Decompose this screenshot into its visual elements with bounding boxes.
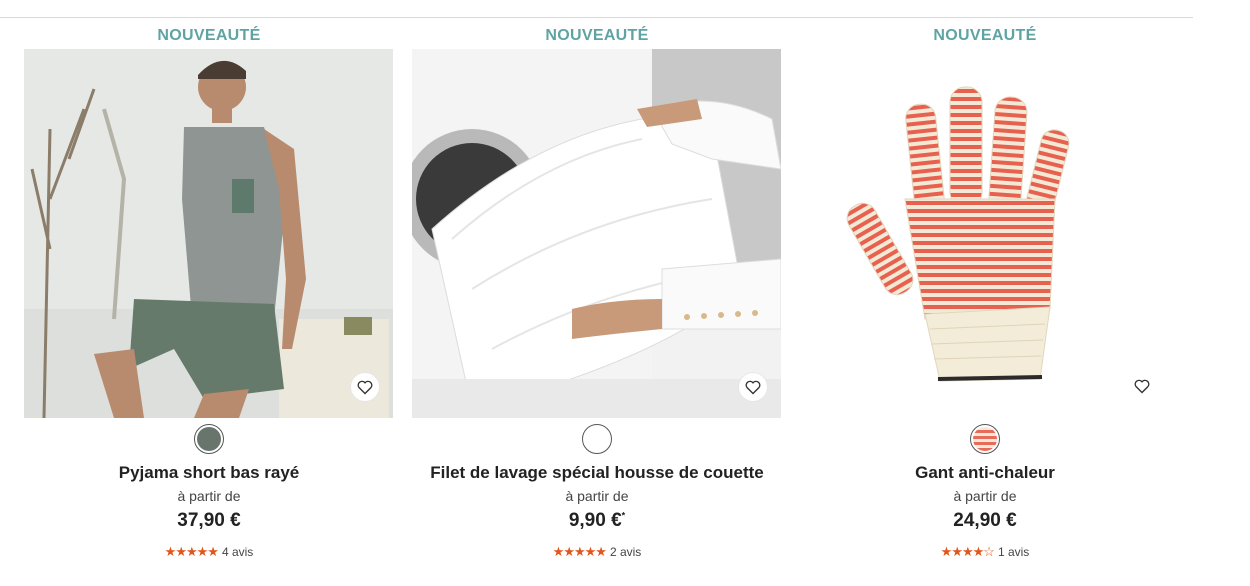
reviews-link[interactable]: 2 avis [610, 545, 641, 559]
swatch-dot [973, 427, 997, 451]
product-rating: ★★★★★ 2 avis [412, 544, 782, 560]
new-badge: NOUVEAUTÉ [933, 27, 1037, 44]
product-image[interactable] [24, 49, 393, 418]
swatch-dot [585, 427, 609, 451]
star-rating-icon: ★★★★★ [552, 544, 607, 559]
product-name[interactable]: Filet de lavage spécial housse de couett… [412, 463, 782, 483]
new-badge: NOUVEAUTÉ [157, 27, 261, 44]
heart-outline-icon [1134, 379, 1150, 393]
product-image[interactable] [800, 49, 1169, 418]
color-swatch[interactable] [970, 424, 1000, 454]
product-image[interactable] [412, 49, 781, 418]
swatch-dot [197, 427, 221, 451]
product-name[interactable]: Pyjama short bas rayé [24, 463, 394, 483]
star-rating-icon: ★★★★★ [164, 544, 219, 559]
reviews-link[interactable]: 1 avis [998, 545, 1029, 559]
price-value: 9,90 € [568, 510, 622, 531]
product-name[interactable]: Gant anti-chaleur [800, 463, 1170, 483]
favorite-button[interactable] [350, 372, 380, 402]
new-badge: NOUVEAUTÉ [545, 27, 649, 44]
product-card[interactable]: NOUVEAUTÉ Gant anti-chaleur à partir de … [800, 18, 1170, 578]
price-value: 24,90 € [953, 510, 1017, 531]
product-card[interactable]: NOUVEAUTÉ Pyjama short bas rayé à partir… [24, 18, 394, 578]
price-prefix: à partir de [177, 488, 241, 504]
product-price: 24,90 € [800, 510, 1170, 532]
favorite-button[interactable] [738, 372, 768, 402]
price-value: 37,90 € [177, 510, 241, 531]
favorite-button[interactable] [1128, 372, 1156, 400]
product-rating: ★★★★☆ 1 avis [800, 544, 1170, 560]
product-card[interactable]: NOUVEAUTÉ Filet de lavage spécial housse… [412, 18, 782, 578]
heart-outline-icon [357, 380, 373, 394]
product-rating: ★★★★★ 4 avis [24, 544, 394, 560]
price-prefix: à partir de [565, 488, 629, 504]
heart-outline-icon [745, 380, 761, 394]
color-swatch[interactable] [582, 424, 612, 454]
price-footnote-mark: * [621, 510, 626, 521]
star-rating-icon: ★★★★☆ [940, 544, 995, 559]
product-price: 9,90 €* [412, 510, 782, 532]
price-prefix: à partir de [953, 488, 1017, 504]
color-swatch[interactable] [194, 424, 224, 454]
product-price: 37,90 € [24, 510, 394, 532]
reviews-link[interactable]: 4 avis [222, 545, 253, 559]
